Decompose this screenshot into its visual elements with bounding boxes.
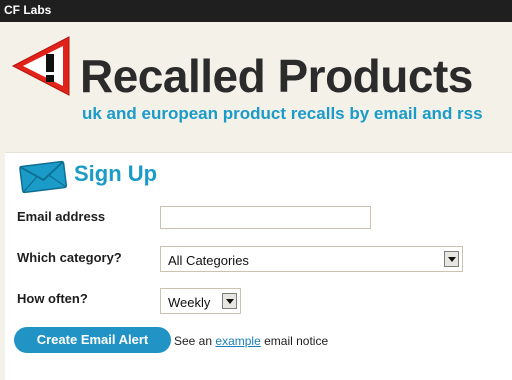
example-link[interactable]: example (215, 334, 260, 348)
top-bar: CF Labs (0, 0, 512, 27)
email-label: Email address (17, 209, 106, 224)
site-title[interactable]: Recalled Products (80, 49, 473, 103)
category-label: Which category? (17, 250, 122, 265)
brand-link[interactable]: CF Labs (4, 3, 51, 17)
notice-suffix: email notice (264, 334, 329, 348)
frequency-select-value: Weekly (168, 295, 211, 310)
category-select[interactable]: All Categories (160, 246, 463, 272)
site-tagline: uk and european product recalls by email… (82, 104, 483, 123)
signup-title: Sign Up (74, 161, 158, 186)
frequency-select[interactable]: Weekly (160, 288, 241, 314)
frequency-label: How often? (17, 291, 88, 306)
category-select-value: All Categories (168, 253, 249, 268)
notice-prefix: See an (174, 334, 213, 348)
email-field[interactable] (160, 206, 371, 229)
create-email-alert-button[interactable]: Create Email Alert (14, 327, 171, 353)
chevron-down-icon[interactable] (444, 251, 459, 267)
envelope-icon (19, 160, 68, 194)
chevron-down-icon[interactable] (222, 293, 237, 309)
warning-triangle-icon (11, 36, 70, 96)
example-notice: See an example email notice (174, 334, 328, 348)
